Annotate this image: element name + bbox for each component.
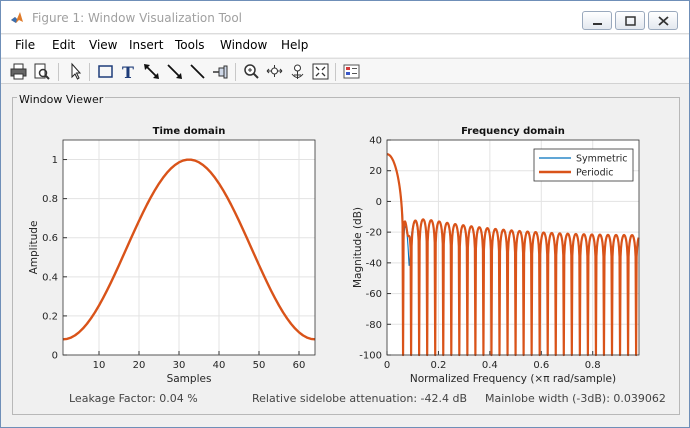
freq-title: Frequency domain <box>461 126 565 137</box>
sidelobe-attenuation-text: Relative sidelobe attenuation: -42.4 dB <box>252 392 468 405</box>
freq-ytick-label: -20 <box>366 228 382 239</box>
figure-window: Figure 1: Window Visualization Tool File… <box>0 0 690 428</box>
freq-ytick-label: -60 <box>366 289 382 300</box>
time-title: Time domain <box>153 126 226 137</box>
time-xtick-label: 30 <box>173 360 186 371</box>
time-xtick-label: 50 <box>253 360 266 371</box>
legend-label-symmetric: Symmetric <box>576 154 628 165</box>
time-ytick-label: 0 <box>52 351 58 362</box>
time-xtick-label: 10 <box>93 360 106 371</box>
time-ylabel: Amplitude <box>28 221 40 275</box>
leakage-factor-text: Leakage Factor: 0.04 % <box>69 392 198 405</box>
mainlobe-width-text: Mainlobe width (-3dB): 0.039062 <box>485 392 666 405</box>
freq-ytick-label: -100 <box>359 351 382 362</box>
freq-ylabel: Magnitude (dB) <box>352 207 364 288</box>
freq-ytick-label: 20 <box>369 166 382 177</box>
freq-xtick-label: 0.6 <box>533 360 549 371</box>
time-xtick-label: 20 <box>133 360 146 371</box>
time-xlabel: Samples <box>167 373 212 385</box>
freq-ytick-label: -40 <box>366 258 382 269</box>
time-axes-background <box>63 140 315 355</box>
freq-ytick-label: 0 <box>376 197 382 208</box>
time-ytick-label: 0.6 <box>42 233 58 244</box>
freq-xtick-label: 0.8 <box>585 360 601 371</box>
time-ytick-label: 0.8 <box>42 194 58 205</box>
time-ytick-label: 1 <box>52 155 58 166</box>
time-ytick-label: 0.4 <box>42 272 58 283</box>
plots-canvas: 10 20 30 40 50 60 0 0.2 0.4 0.6 0.8 1 Time domain Sam… <box>28 126 640 385</box>
freq-ytick-label: 40 <box>369 136 382 147</box>
legend-label-periodic: Periodic <box>576 168 614 179</box>
time-ytick-label: 0.2 <box>42 311 58 322</box>
time-xtick-label: 60 <box>293 360 306 371</box>
freq-ytick-label: -80 <box>366 320 382 331</box>
time-xtick-label: 40 <box>213 360 226 371</box>
freq-xtick-label: 0 <box>384 360 390 371</box>
freq-xtick-label: 0.4 <box>482 360 498 371</box>
freq-xlabel: Normalized Frequency (×π rad/sample) <box>410 373 616 385</box>
freq-xtick-label: 0.2 <box>430 360 446 371</box>
